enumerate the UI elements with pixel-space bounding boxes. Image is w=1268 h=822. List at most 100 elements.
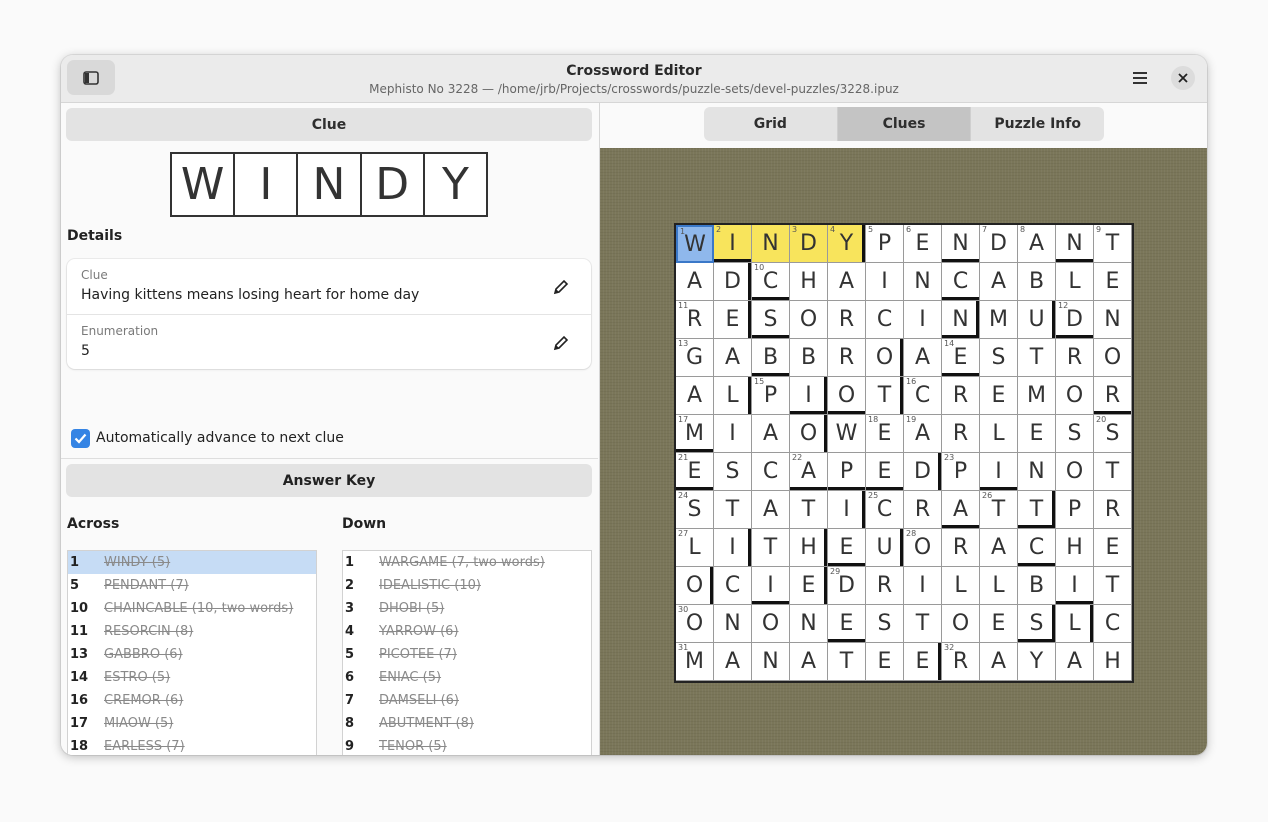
tab-grid[interactable]: Grid (704, 107, 838, 141)
grid-cell[interactable]: T (1094, 453, 1132, 491)
clue-header[interactable]: Clue (66, 108, 592, 141)
grid-cell[interactable]: B (1018, 263, 1056, 301)
grid-cell[interactable]: C (866, 301, 904, 339)
grid-cell[interactable]: A (714, 339, 752, 377)
word-letter[interactable]: D (362, 154, 425, 215)
grid-cell[interactable]: E (866, 453, 904, 491)
word-letter[interactable]: Y (425, 154, 486, 215)
grid-cell[interactable]: T (752, 529, 790, 567)
grid-cell[interactable]: R (1094, 491, 1132, 529)
grid-cell[interactable]: O (828, 377, 866, 415)
grid-cell[interactable]: U (1018, 301, 1056, 339)
grid-cell[interactable]: O (942, 605, 980, 643)
grid-cell[interactable]: B (1018, 567, 1056, 605)
grid-cell[interactable]: 3D (790, 225, 828, 263)
grid-cell[interactable]: M (980, 301, 1018, 339)
word-letter[interactable]: W (172, 154, 236, 215)
grid-cell[interactable]: L (980, 415, 1018, 453)
grid-cell[interactable]: 24 S (676, 491, 714, 529)
grid-cell[interactable]: 5P (866, 225, 904, 263)
grid-cell[interactable]: R (942, 415, 980, 453)
grid-cell[interactable]: T (904, 605, 942, 643)
grid-cell[interactable]: C (1094, 605, 1132, 643)
clue-list-item[interactable]: 17 MIAOW (5) (68, 712, 316, 735)
grid-cell[interactable]: A (942, 491, 980, 529)
clue-list-item[interactable]: 5 PENDANT (7) (68, 574, 316, 597)
clue-list-item[interactable]: 9 TENOR (5) (343, 735, 591, 755)
grid-cell[interactable]: 12 D (1056, 301, 1094, 339)
grid-cell[interactable]: T (790, 491, 828, 529)
edit-clue-button[interactable] (551, 277, 571, 297)
grid-cell[interactable]: E (904, 643, 942, 681)
grid-cell[interactable]: T (828, 643, 866, 681)
grid-cell[interactable]: 19 A (904, 415, 942, 453)
clue-list-item[interactable]: 6 ENIAC (5) (343, 666, 591, 689)
grid-cell[interactable]: 15 P (752, 377, 790, 415)
grid-cell[interactable]: S (752, 301, 790, 339)
grid-cell[interactable]: E (980, 605, 1018, 643)
grid-cell[interactable]: Y (1018, 643, 1056, 681)
grid-cell[interactable]: O (752, 605, 790, 643)
grid-cell[interactable]: H (1056, 529, 1094, 567)
grid-cell[interactable]: O (1094, 339, 1132, 377)
main-menu-button[interactable] (1125, 64, 1155, 92)
grid-cell[interactable]: 23 P (942, 453, 980, 491)
clue-list-item[interactable]: 3 DHOBI (5) (343, 597, 591, 620)
clue-list-item[interactable]: 13 GABBRO (6) (68, 643, 316, 666)
clue-list-item[interactable]: 16 CREMOR (6) (68, 689, 316, 712)
grid-cell[interactable]: 20 S (1094, 415, 1132, 453)
grid-cell[interactable]: 25 C (866, 491, 904, 529)
grid-cell[interactable]: C (942, 263, 980, 301)
clue-list-item[interactable]: 14 ESTRO (5) (68, 666, 316, 689)
grid-cell[interactable]: E (1094, 529, 1132, 567)
clue-list-item[interactable]: 7 DAMSELI (6) (343, 689, 591, 712)
grid-cell[interactable]: L (1056, 605, 1094, 643)
clue-list-item[interactable]: 8 ABUTMENT (8) (343, 712, 591, 735)
grid-cell[interactable]: L (942, 567, 980, 605)
grid-cell[interactable]: T (866, 377, 904, 415)
grid-cell[interactable]: O (676, 567, 714, 605)
grid-cell[interactable]: A (714, 643, 752, 681)
grid-cell[interactable]: R (942, 529, 980, 567)
grid-cell[interactable]: O (790, 301, 828, 339)
grid-cell[interactable]: A (752, 415, 790, 453)
grid-cell[interactable]: 29 D (828, 567, 866, 605)
grid-cell[interactable]: E (1094, 263, 1132, 301)
grid-cell[interactable]: S (1056, 415, 1094, 453)
grid-cell[interactable]: I (790, 377, 828, 415)
grid-cell[interactable]: 22 A (790, 453, 828, 491)
answer-key-header[interactable]: Answer Key (66, 464, 592, 497)
clue-list-item[interactable]: 4 YARROW (6) (343, 620, 591, 643)
clue-list-item[interactable]: 5 PICOTEE (7) (343, 643, 591, 666)
grid-cell[interactable]: R (942, 377, 980, 415)
grid-cell[interactable]: M (1018, 377, 1056, 415)
clue-list-item[interactable]: 1 WARGAME (7, two words) (343, 551, 591, 574)
grid-cell[interactable]: 11 R (676, 301, 714, 339)
grid-cell[interactable]: A (828, 263, 866, 301)
grid-cell[interactable]: O (1056, 377, 1094, 415)
grid-cell[interactable]: A (676, 377, 714, 415)
grid-cell[interactable]: 13 G (676, 339, 714, 377)
grid-cell[interactable]: E (828, 605, 866, 643)
grid-cell[interactable]: B (790, 339, 828, 377)
grid-cell[interactable]: I (866, 263, 904, 301)
grid-cell[interactable]: T (1018, 491, 1056, 529)
grid-cell[interactable]: E (790, 567, 828, 605)
clue-list-item[interactable]: 10 CHAINCABLE (10, two words) (68, 597, 316, 620)
grid-cell[interactable]: 17 M (676, 415, 714, 453)
grid-cell[interactable]: S (714, 453, 752, 491)
grid-cell[interactable]: I (714, 529, 752, 567)
grid-cell[interactable]: N (904, 263, 942, 301)
grid-cell[interactable]: N (752, 225, 790, 263)
grid-cell[interactable]: C (752, 453, 790, 491)
grid-cell[interactable]: E (866, 643, 904, 681)
grid-cell[interactable]: 14 E (942, 339, 980, 377)
word-letter[interactable]: N (298, 154, 362, 215)
grid-cell[interactable]: A (980, 529, 1018, 567)
grid-cell[interactable]: E (980, 377, 1018, 415)
grid-cell[interactable]: L (1056, 263, 1094, 301)
grid-cell[interactable]: I (714, 415, 752, 453)
close-button[interactable] (1171, 66, 1195, 90)
grid-cell[interactable]: R (1056, 339, 1094, 377)
grid-cell[interactable]: N (942, 301, 980, 339)
